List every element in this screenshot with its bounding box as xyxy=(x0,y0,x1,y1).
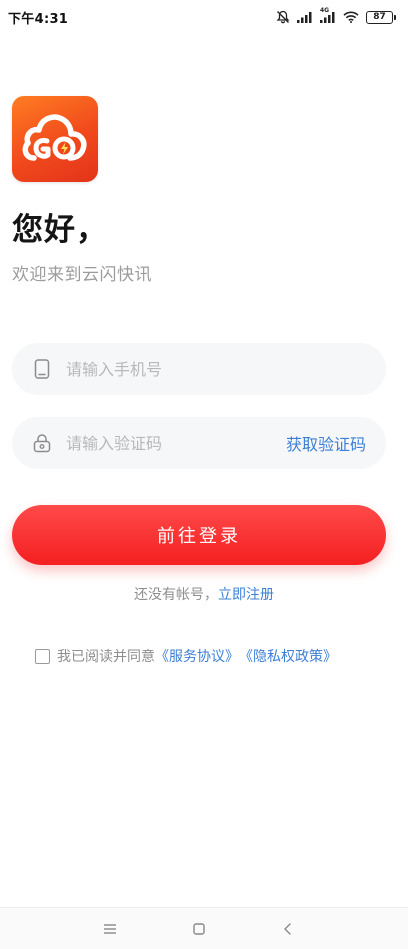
signal-icon xyxy=(297,11,313,23)
lock-icon xyxy=(32,432,52,454)
code-field[interactable]: 获取验证码 xyxy=(12,417,386,469)
agreement-prefix: 我已阅读并同意 xyxy=(57,649,155,665)
battery-level: 87 xyxy=(366,10,393,24)
home-icon[interactable] xyxy=(188,918,210,940)
register-row: 还没有帐号，立即注册 xyxy=(0,584,408,604)
greeting-title: 您好， xyxy=(12,212,108,248)
bell-mute-icon xyxy=(276,10,290,24)
privacy-policy-link[interactable]: 《隐私权政策》 xyxy=(239,646,337,666)
back-icon[interactable] xyxy=(277,918,299,940)
system-nav-bar xyxy=(0,907,408,949)
agreement-checkbox[interactable] xyxy=(35,648,50,664)
phone-field[interactable] xyxy=(12,343,386,395)
menu-icon[interactable] xyxy=(99,918,121,940)
wifi-icon xyxy=(343,11,359,23)
code-input[interactable] xyxy=(66,433,278,453)
register-prompt: 还没有帐号， xyxy=(134,587,218,603)
app-logo xyxy=(12,96,98,182)
register-link[interactable]: 立即注册 xyxy=(218,587,274,603)
agreement-row: 我已阅读并同意 《服务协议》 《隐私权政策》 xyxy=(35,646,337,666)
status-bar: 下午4:31 4G 87 xyxy=(0,0,408,34)
login-button[interactable]: 前往登录 xyxy=(12,505,386,565)
cloud-lightning-logo xyxy=(22,114,87,161)
status-icons: 4G 87 xyxy=(276,7,396,24)
phone-input[interactable] xyxy=(66,359,366,379)
signal-tag: 4G xyxy=(320,7,330,14)
signal-icon-2: 4G xyxy=(320,7,336,23)
phone-icon xyxy=(32,358,52,380)
get-code-button[interactable]: 获取验证码 xyxy=(286,431,366,455)
status-time: 下午4:31 xyxy=(8,11,69,27)
battery-icon: 87 xyxy=(366,10,396,24)
service-agreement-link[interactable]: 《服务协议》 xyxy=(155,646,239,666)
welcome-subtitle: 欢迎来到云闪快讯 xyxy=(12,265,152,285)
